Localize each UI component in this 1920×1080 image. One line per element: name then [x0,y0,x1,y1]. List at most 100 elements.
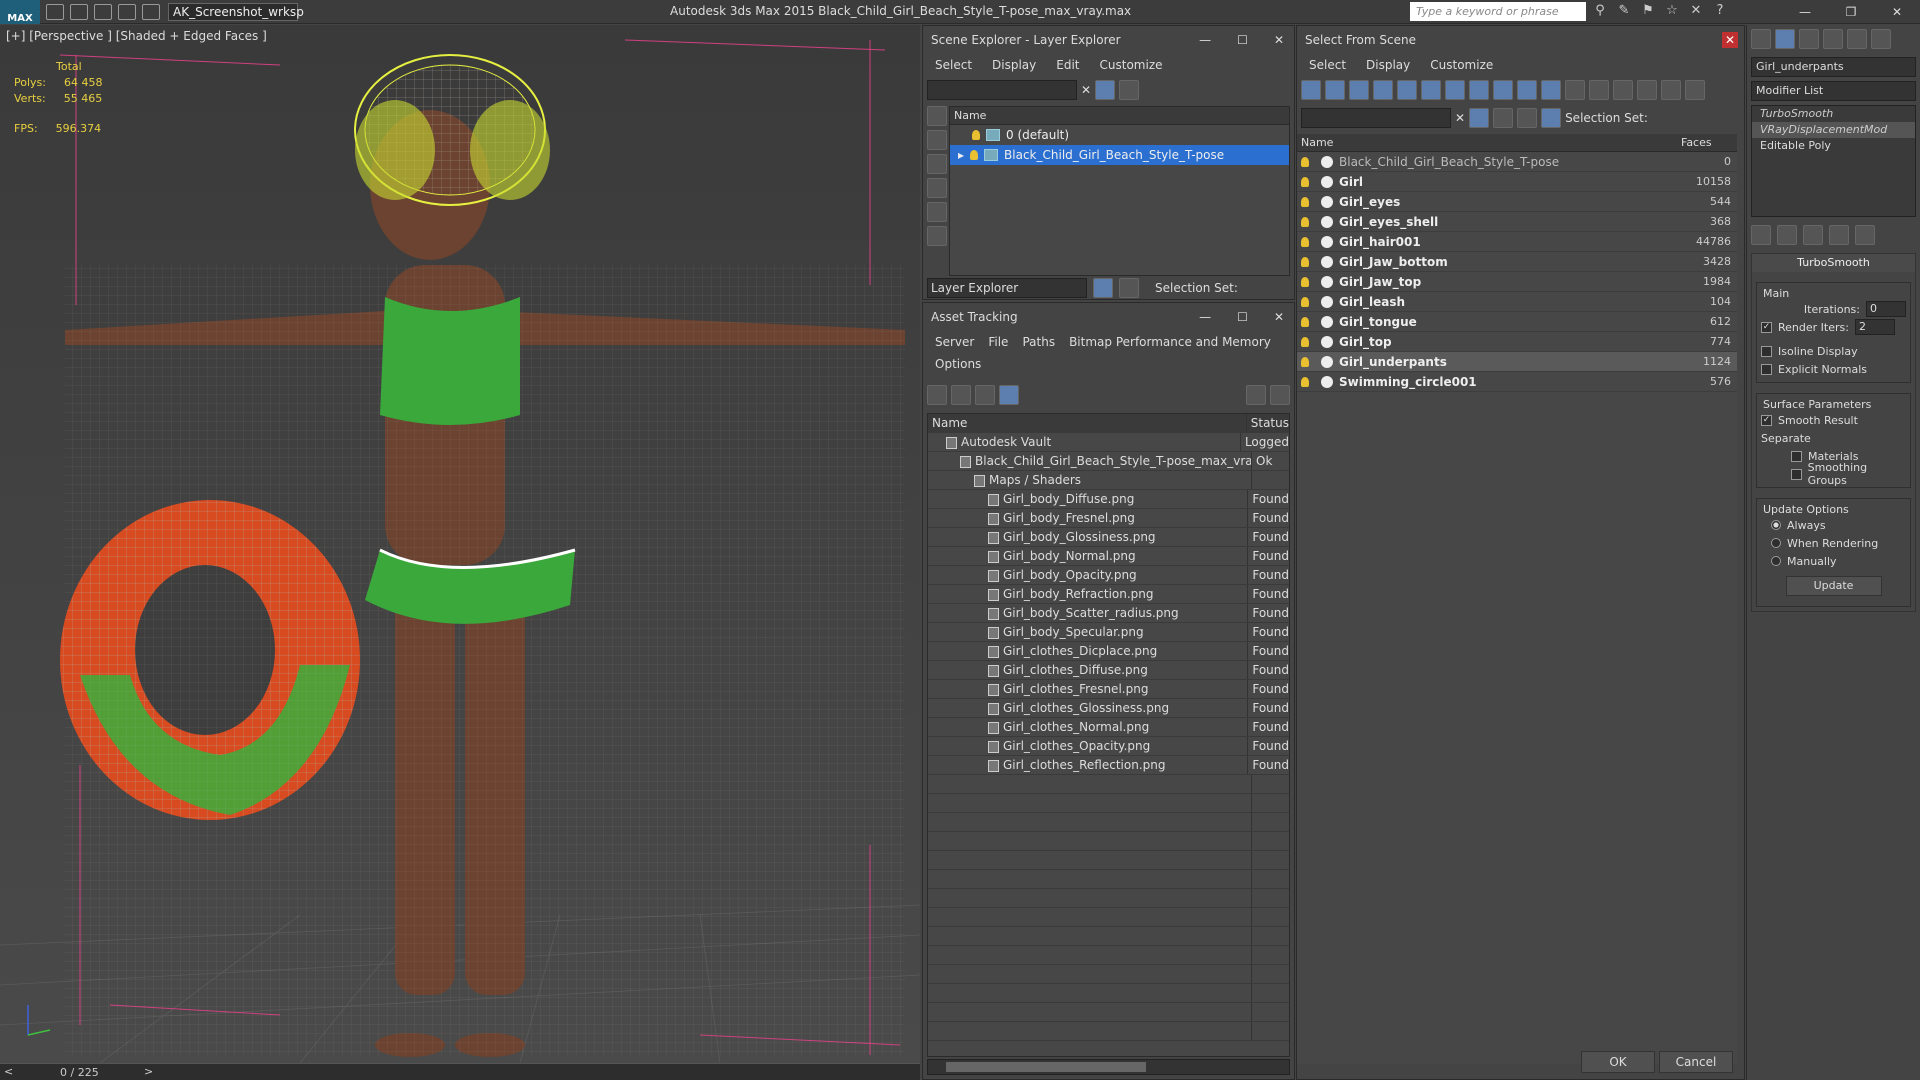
menu-edit[interactable]: Edit [1056,58,1079,72]
time-slider[interactable]: < 0 / 225 > [0,1063,920,1080]
select-all-icon[interactable] [1589,80,1609,100]
perspective-viewport[interactable]: [+] [Perspective ] [Shaded + Edged Faces… [0,25,920,1063]
menu-display[interactable]: Display [1366,58,1410,72]
render-iters-checkbox[interactable]: ✓ [1761,321,1772,333]
create-tab-icon[interactable] [1751,29,1771,49]
asset-row[interactable]: Girl_clothes_Normal.png Found [928,718,1289,737]
make-unique-icon[interactable] [1803,225,1823,245]
asset-row[interactable]: Girl_body_Glossiness.png Found [928,528,1289,547]
asset-row[interactable]: Autodesk Vault Logged [928,433,1289,452]
layers-icon[interactable] [1493,108,1514,128]
asset-row[interactable]: Girl_clothes_Dicplace.png Found [928,642,1289,661]
light-bulb-icon[interactable] [1301,156,1309,167]
asset-name-header[interactable]: Name [928,414,1247,432]
modify-tab-icon[interactable] [1775,29,1795,49]
menu-paths[interactable]: Paths [1022,335,1055,349]
scene-object-row[interactable]: Girl_underpants 1124 [1297,352,1737,372]
redo-icon[interactable] [142,3,160,20]
maximize-icon[interactable]: ☐ [1237,33,1248,47]
refresh-icon[interactable] [927,385,947,405]
light-bulb-icon[interactable] [972,130,980,140]
light-bulb-icon[interactable] [1301,296,1309,307]
light-bulb-icon[interactable] [1301,196,1309,207]
undo-icon[interactable] [118,3,136,20]
asset-row[interactable]: Girl_body_Refraction.png Found [928,585,1289,604]
layers-toggle-icon[interactable] [1517,108,1538,128]
frozen-filter-icon[interactable] [1541,80,1561,100]
hierarchy-tab-icon[interactable] [1799,29,1819,49]
light-bulb-icon[interactable] [1301,176,1309,187]
cancel-button[interactable]: Cancel [1659,1051,1733,1073]
workspace-dropdown[interactable]: AK_Screenshot_wrksp [168,2,304,21]
modifier-vraydisplacement[interactable]: VRayDisplacementMod [1752,122,1915,138]
layers-icon[interactable] [1119,80,1140,100]
menu-bitmap[interactable]: Bitmap Performance and Memory [1069,335,1271,349]
light-bulb-icon[interactable] [970,150,979,160]
clear-search-icon[interactable]: ✕ [1455,111,1465,125]
scene-object-row[interactable]: Girl_eyes 544 [1297,192,1737,212]
layer-mode-icon[interactable] [1093,278,1113,298]
helpers-filter-icon[interactable] [1397,80,1417,100]
asset-row[interactable]: Girl_clothes_Fresnel.png Found [928,680,1289,699]
app-logo[interactable]: MAX [0,0,40,24]
maximize-icon[interactable]: ☐ [1237,310,1248,324]
scene-object-row[interactable]: Girl_top 774 [1297,332,1737,352]
scene-object-row[interactable]: Girl_tongue 612 [1297,312,1737,332]
layer-row[interactable]: ▸ Black_Child_Girl_Beach_Style_T-pose [950,145,1289,165]
light-bulb-icon[interactable] [1301,276,1309,287]
layer-name-header[interactable]: Name [950,107,1289,125]
light-bulb-icon[interactable] [1301,236,1309,247]
hierarchy-icon[interactable] [1541,108,1562,128]
asset-row[interactable]: Girl_body_Specular.png Found [928,623,1289,642]
display-tab-icon[interactable] [1847,29,1867,49]
modifier-list-dropdown[interactable]: Modifier List [1751,81,1916,101]
restore-icon[interactable]: ❐ [1828,0,1874,24]
filter-icon[interactable] [1469,108,1490,128]
asset-row[interactable]: Black_Child_Girl_Beach_Style_T-pose_max_… [928,452,1289,471]
scene-object-row[interactable]: Girl 10158 [1297,172,1737,192]
minimize-icon[interactable]: — [1199,310,1211,324]
close-icon[interactable]: ✕ [1722,32,1738,48]
ok-button[interactable]: OK [1581,1051,1655,1073]
spacewarps-filter-icon[interactable] [1421,80,1441,100]
object-name-field[interactable]: Girl_underpants [1751,57,1916,77]
asset-row[interactable]: Girl_body_Fresnel.png Found [928,509,1289,528]
display-helpers-icon[interactable] [927,202,947,222]
menu-options[interactable]: Options [935,357,981,371]
display-spacewarps-icon[interactable] [927,226,947,246]
menu-customize[interactable]: Customize [1100,58,1163,72]
prev-frame-icon[interactable]: < [4,1065,13,1078]
scene-object-row[interactable]: Black_Child_Girl_Beach_Style_T-pose 0 [1297,152,1737,172]
asset-row[interactable]: Girl_body_Opacity.png Found [928,566,1289,585]
turbosmooth-rollout-header[interactable]: TurboSmooth [1752,254,1915,272]
select-none-icon[interactable] [1613,80,1633,100]
filter-funnel-icon[interactable] [1661,80,1681,100]
asset-row[interactable]: Girl_body_Scatter_radius.png Found [928,604,1289,623]
always-radio[interactable] [1771,520,1781,530]
help-icon[interactable]: ? [1712,3,1728,19]
close-icon[interactable]: ✕ [1274,310,1284,324]
smooth-result-checkbox[interactable]: ✓ [1761,414,1772,426]
exchange-icon[interactable]: ✕ [1688,3,1704,19]
lights-filter-icon[interactable] [1349,80,1369,100]
isoline-checkbox[interactable] [1761,345,1772,357]
menu-display[interactable]: Display [992,58,1036,72]
display-geometry-icon[interactable] [927,106,947,126]
asset-row[interactable]: Girl_body_Diffuse.png Found [928,490,1289,509]
menu-select[interactable]: Select [935,58,972,72]
menu-file[interactable]: File [988,335,1008,349]
display-cameras-icon[interactable] [927,178,947,198]
clear-search-icon[interactable]: ✕ [1081,83,1091,97]
scene-object-row[interactable]: Girl_leash 104 [1297,292,1737,312]
viewport-label[interactable]: [+] [Perspective ] [Shaded + Edged Faces… [6,29,267,43]
scene-object-row[interactable]: Swimming_circle001 576 [1297,372,1737,392]
utilities-tab-icon[interactable] [1871,29,1891,49]
materials-checkbox[interactable] [1791,450,1802,462]
render-iters-spinner[interactable]: 2 [1854,319,1895,335]
asset-row[interactable]: Girl_clothes_Reflection.png Found [928,756,1289,775]
cameras-filter-icon[interactable] [1373,80,1393,100]
configure-sets-icon[interactable] [1855,225,1875,245]
xrefs-filter-icon[interactable] [1469,80,1489,100]
explicit-normals-checkbox[interactable] [1761,363,1772,375]
next-frame-icon[interactable]: > [144,1065,153,1078]
